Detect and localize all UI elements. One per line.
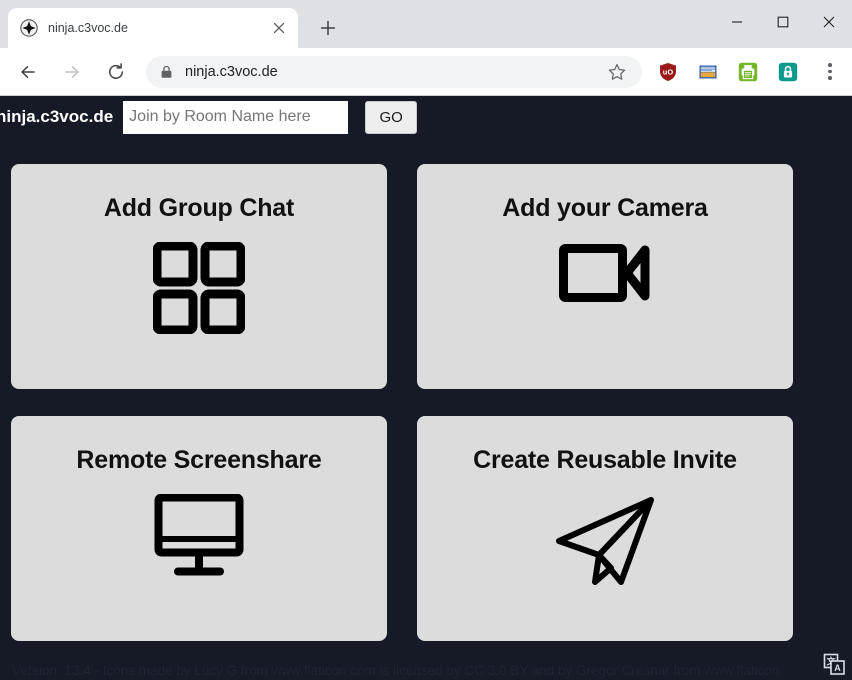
dictionary-extension[interactable] [698, 62, 718, 82]
url-text: ninja.c3voc.de [185, 63, 278, 80]
ublock-origin-extension[interactable]: uO [658, 62, 678, 82]
card-title: Add Group Chat [103, 194, 295, 222]
page-content: ninja.c3voc.de GO Add Group Chat [0, 97, 852, 680]
ninja-star-favicon [20, 19, 38, 37]
grid-icon [11, 242, 387, 334]
card-add-your-camera[interactable]: Add your Camera [417, 164, 793, 389]
menu-dot [828, 69, 832, 74]
card-title: Remote Screenshare [76, 446, 322, 474]
new-tab-button[interactable] [312, 12, 344, 44]
card-title: Create Reusable Invite [473, 446, 737, 474]
site-brand: ninja.c3voc.de [0, 107, 114, 126]
reload-button[interactable] [99, 55, 133, 89]
reload-icon [108, 62, 124, 79]
maximize-button[interactable] [760, 0, 806, 44]
video-camera-icon [417, 242, 793, 304]
menu-dot [828, 63, 832, 67]
footer-credits: Version: 13.4 - Icons made by Lucy G fro… [12, 663, 780, 678]
arrow-left-icon [21, 65, 35, 78]
svg-text:A: A [834, 663, 841, 673]
maximize-icon [777, 16, 789, 28]
svg-text:uO: uO [663, 67, 674, 76]
minimize-icon [732, 21, 742, 23]
close-window-button[interactable] [806, 0, 852, 44]
star-icon[interactable] [602, 57, 632, 87]
card-create-reusable-invite[interactable]: Create Reusable Invite [417, 416, 793, 641]
forward-button[interactable] [55, 55, 89, 89]
close-icon[interactable] [268, 17, 290, 39]
browser-menu-button[interactable] [816, 56, 844, 88]
tab-title: ninja.c3voc.de [48, 21, 128, 35]
browser-window: ninja.c3voc.de ninja.c3voc.de uO ninja.c… [0, 0, 852, 680]
close-icon [823, 16, 835, 28]
tab-strip: ninja.c3voc.de [0, 0, 852, 48]
arrow-right-icon [65, 65, 79, 78]
back-button[interactable] [11, 55, 45, 89]
address-bar[interactable]: ninja.c3voc.de [146, 55, 642, 88]
extension-icons: uO [648, 62, 808, 82]
room-name-input[interactable] [123, 100, 349, 134]
lock-icon [160, 65, 173, 79]
browser-tab[interactable]: ninja.c3voc.de [8, 8, 298, 48]
plus-icon [320, 20, 336, 36]
site-header: ninja.c3voc.de GO [0, 97, 852, 137]
paper-plane-icon [417, 494, 793, 586]
password-manager-extension[interactable] [778, 62, 798, 82]
desktop-monitor-icon [11, 494, 387, 580]
translate-icon[interactable]: 文 A [822, 652, 846, 676]
card-title: Add your Camera [502, 194, 708, 222]
action-card-grid: Add Group Chat Add your Camera Remote Sc… [0, 164, 852, 641]
go-button[interactable]: GO [365, 100, 418, 134]
print-friendly-extension[interactable] [738, 62, 758, 82]
card-add-group-chat[interactable]: Add Group Chat [11, 164, 387, 389]
minimize-button[interactable] [714, 0, 760, 44]
menu-dot [828, 76, 832, 80]
browser-toolbar: ninja.c3voc.de uO [0, 48, 852, 96]
card-remote-screenshare[interactable]: Remote Screenshare [11, 416, 387, 641]
window-controls [714, 0, 852, 44]
